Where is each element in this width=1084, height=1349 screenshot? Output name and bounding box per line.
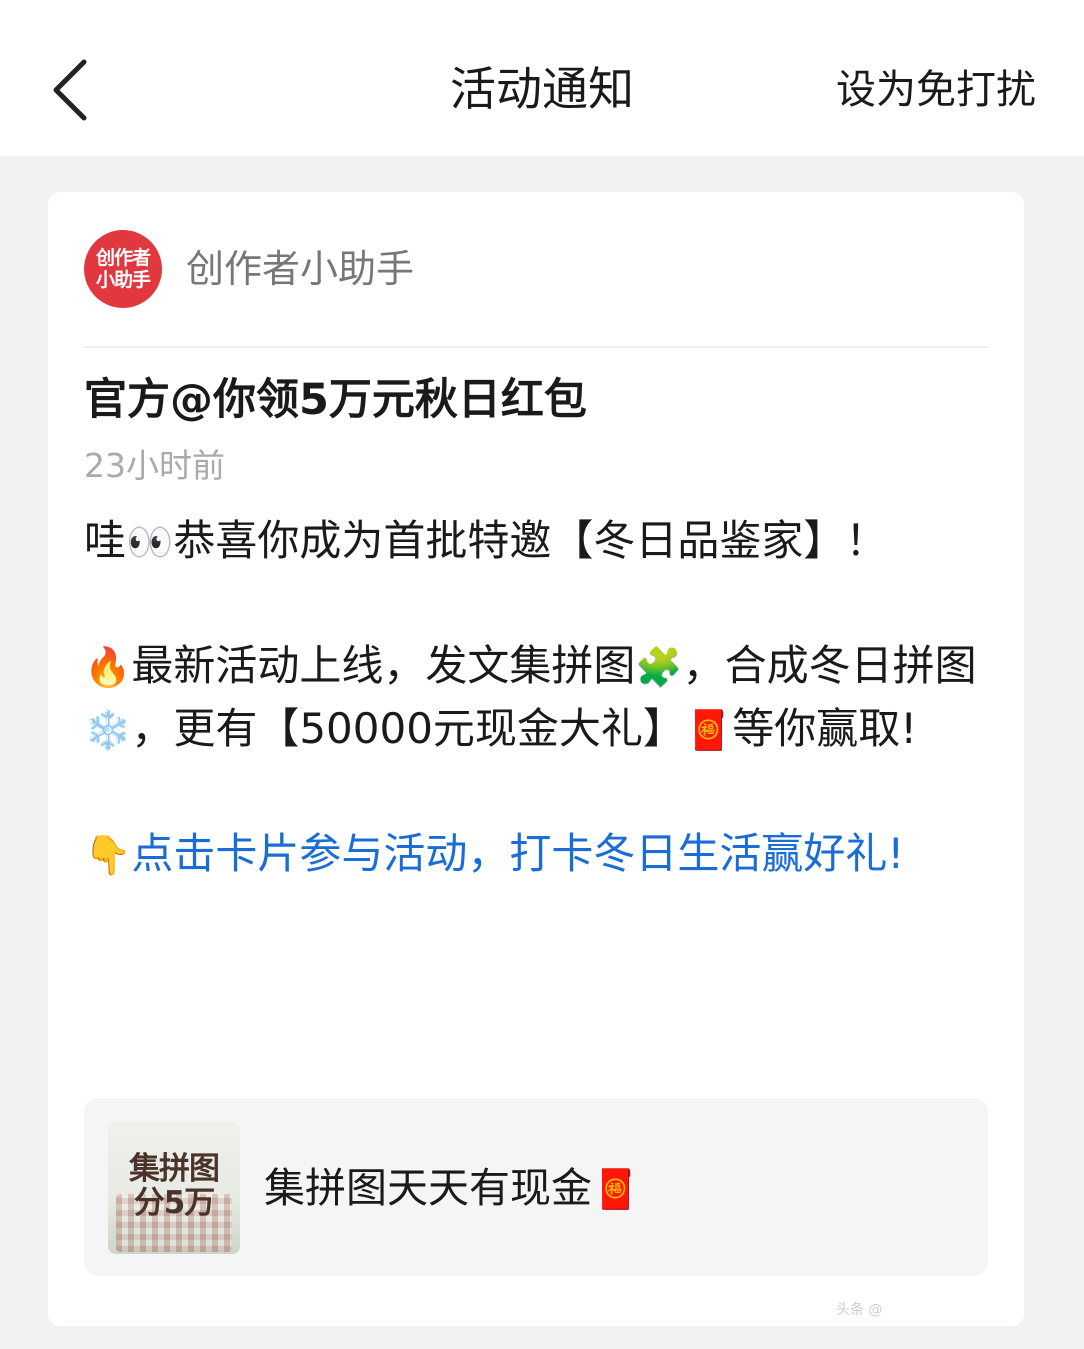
message-body: 哇👀恭喜你成为首批特邀【冬日品鉴家】！ 🔥最新活动上线，发文集拼图🧩，合成冬日拼… (84, 510, 988, 886)
sender-name[interactable]: 创作者小助手 (186, 242, 414, 296)
pointing-down-icon: 👇 (84, 833, 132, 877)
para1-text-b: 恭喜你成为首批特邀【冬日品鉴家】！ (173, 516, 888, 565)
avatar[interactable]: 创作者 小助手 (84, 230, 162, 308)
message-paragraph-1: 哇👀恭喜你成为首批特邀【冬日品鉴家】！ (84, 510, 988, 573)
activity-card[interactable]: 集拼图 分5万 集拼图天天有现金🧧 (84, 1098, 988, 1276)
avatar-line-2: 小助手 (95, 269, 151, 291)
activity-thumbnail: 集拼图 分5万 (108, 1122, 240, 1254)
message-time: 23小时前 (84, 446, 225, 485)
message-title: 官方@你领5万元秋日红包 (84, 375, 587, 425)
red-envelope-icon: 🧧 (592, 1167, 640, 1211)
thumbnail-text: 集拼图 分5万 (108, 1152, 240, 1220)
avatar-line-1: 创作者 (95, 247, 151, 269)
para2-text-c: ，更有【50000元现金大礼】 (131, 704, 685, 753)
divider (84, 346, 988, 348)
thumbnail-line-2: 分5万 (133, 1185, 216, 1221)
thumbnail-line-1: 集拼图 (129, 1151, 220, 1187)
chevron-left-icon (53, 59, 87, 121)
eyes-icon: 👀 (126, 520, 174, 564)
para2-text-a: 最新活动上线，发文集拼图 (131, 641, 636, 690)
activity-link-text[interactable]: 点击卡片参与活动，打卡冬日生活赢好礼! (131, 829, 904, 878)
snowflake-icon: ❄️ (84, 708, 132, 752)
back-button[interactable] (40, 50, 104, 130)
puzzle-icon: 🧩 (635, 645, 683, 689)
watermark: 头条 @ (836, 1302, 883, 1318)
top-bar: 活动通知 设为免打扰 (0, 0, 1084, 156)
do-not-disturb-button[interactable]: 设为免打扰 (836, 62, 1036, 118)
activity-card-title: 集拼图天天有现金🧧 (264, 1160, 639, 1217)
para2-text-b: ，合成冬日拼图 (682, 641, 977, 690)
activity-link[interactable]: 👇点击卡片参与活动，打卡冬日生活赢好礼! (84, 823, 988, 886)
fire-icon: 🔥 (84, 645, 132, 689)
para1-text-a: 哇 (84, 516, 127, 565)
red-envelope-icon: 🧧 (684, 708, 733, 752)
para2-text-d: 等你赢取! (732, 704, 918, 753)
notification-card: 创作者 小助手 创作者小助手 官方@你领5万元秋日红包 23小时前 哇👀恭喜你成… (48, 192, 1024, 1326)
activity-card-title-text: 集拼图天天有现金 (264, 1164, 592, 1212)
message-paragraph-2: 🔥最新活动上线，发文集拼图🧩，合成冬日拼图 ❄️，更有【50000元现金大礼】🧧等… (84, 635, 988, 761)
